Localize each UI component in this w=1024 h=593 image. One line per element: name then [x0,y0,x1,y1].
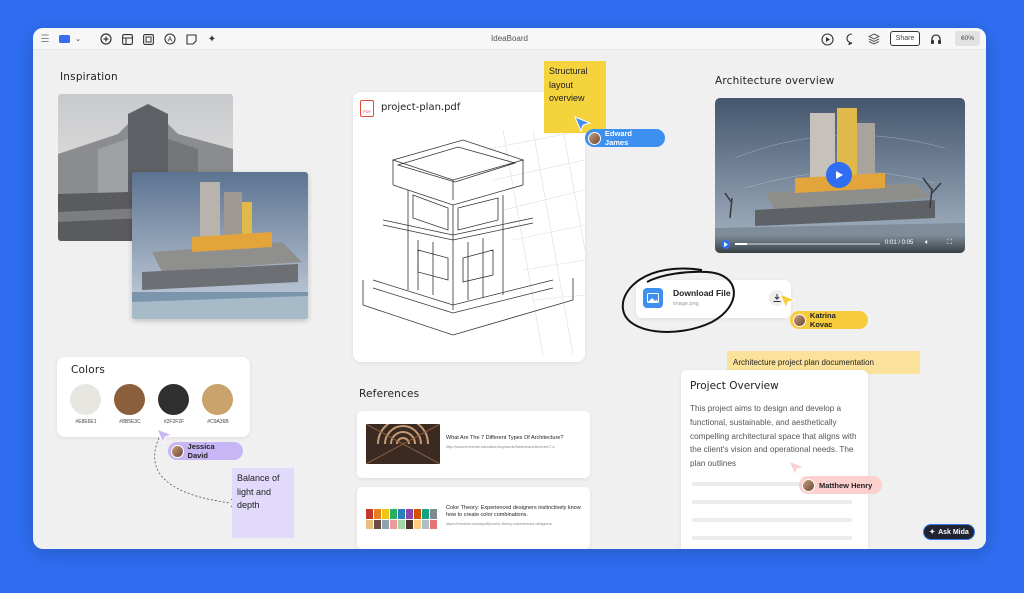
avatar [588,131,601,145]
swatch-label: #E8E6E1 [75,419,97,425]
matthew-cursor-icon [788,460,806,476]
inspiration-title: Inspiration [60,71,118,83]
sticky-balance-text: Balance of light and depth [237,473,280,510]
swatch-label: #C9A36B [207,419,229,425]
sparkle-icon: ✦ [929,529,936,536]
pdf-sketch [362,130,585,355]
fullscreen-icon[interactable]: ⛶ [947,239,952,247]
references-title: References [359,388,420,400]
media-icon[interactable] [141,32,155,46]
reference-card-1[interactable]: Color Theory: Experienced designers inst… [357,487,590,549]
reference-thumb-palette [366,509,437,529]
ideaboard-window: ☰ ⌄ A ✦ IdeaBoard Share 60% Inspiration … [33,28,986,549]
swatch-label: #2F2F2F [163,419,185,425]
frame-icon[interactable] [57,32,71,46]
headphones-icon[interactable] [929,32,943,46]
layers-icon[interactable] [867,32,881,46]
at-icon[interactable]: A [163,32,177,46]
pdf-filename: project-plan.pdf [381,102,461,113]
video-progress[interactable] [735,243,880,245]
swatch-3[interactable] [202,384,233,415]
reference-title: Color Theory: Experienced designers inst… [446,505,581,518]
jessica-cursor-icon [156,428,174,444]
katrina-cursor-icon [779,293,797,309]
sticky-note-icon[interactable] [184,32,198,46]
circle-annotation [621,267,735,333]
overview-body: This project aims to design and develop … [690,404,857,469]
project-overview-card[interactable]: Project Overview This project aims to de… [681,370,868,549]
jessica-name: Jessica David [187,442,215,460]
pdf-icon: PDF [360,100,374,117]
ask-mida-button[interactable]: ✦ Ask Mida [923,524,975,540]
swatch-2[interactable] [158,384,189,415]
reference-url[interactable]: https://medium.com/spotify/color-theory-… [446,522,584,526]
reference-card-0[interactable]: What Are The 7 Different Types Of Archit… [357,411,590,478]
chevron-down-icon[interactable]: ⌄ [71,32,85,46]
reference-thumb-spiral [366,424,440,464]
reference-title: What Are The 7 Different Types Of Archit… [446,435,564,441]
colors-card[interactable]: Colors #E8E6E1 #8B5E3C #2F2F2F #C9A36B [57,357,250,437]
svg-text:A: A [168,37,173,44]
matthew-name: Matthew Henry [819,480,873,490]
katrina-name: Katrina Kovac [809,311,836,329]
avatar [802,478,815,492]
sticky-balance[interactable]: Balance of light and depth [232,468,294,538]
sparkle-icon[interactable]: ✦ [205,32,219,46]
zoom-level[interactable]: 60% [955,31,980,46]
swatch-1[interactable] [114,384,145,415]
sticky-structural-text: Structural layout overview [549,66,588,103]
top-toolbar: ☰ ⌄ A ✦ IdeaBoard Share 60% [33,28,986,50]
video-player[interactable]: 0:01 / 0:05 🔈︎ ⛶ [715,98,965,253]
colors-title: Colors [71,364,106,376]
note-architecture-text: Architecture project plan documentation [733,358,874,367]
share-button[interactable]: Share [890,31,920,46]
avatar [171,444,184,458]
ask-mida-label: Ask Mida [938,528,969,536]
placeholder-line [692,518,852,522]
comment-icon[interactable] [845,32,859,46]
menu-icon[interactable]: ☰ [38,32,52,46]
avatar [793,313,806,327]
play-button[interactable] [826,162,852,188]
app-title: IdeaBoard [491,34,528,43]
video-controls: 0:01 / 0:05 🔈︎ ⛶ [715,235,965,253]
play-icon[interactable] [820,32,834,46]
volume-icon[interactable]: 🔈︎ [925,239,929,247]
overview-title: Project Overview [690,380,779,392]
edward-cursor-tag: Edward James [585,129,665,147]
edward-name: Edward James [604,129,632,147]
katrina-cursor-tag: Katrina Kovac [790,311,868,329]
reference-url[interactable]: http://www.immense.education/keywords/fo… [446,445,584,449]
swatch-0[interactable] [70,384,101,415]
inspiration-image-2[interactable] [132,172,308,319]
swatch-label: #8B5E3C [119,419,141,425]
video-play-icon[interactable] [721,240,730,249]
placeholder-line [692,500,852,504]
architecture-title: Architecture overview [715,75,835,87]
video-time: 0:01 / 0:05 [885,240,914,246]
jessica-cursor-tag: Jessica David [168,442,243,460]
placeholder-line [692,536,852,540]
layout-icon[interactable] [120,32,134,46]
matthew-cursor-tag: Matthew Henry [799,476,882,494]
plus-circle-icon[interactable] [99,32,113,46]
